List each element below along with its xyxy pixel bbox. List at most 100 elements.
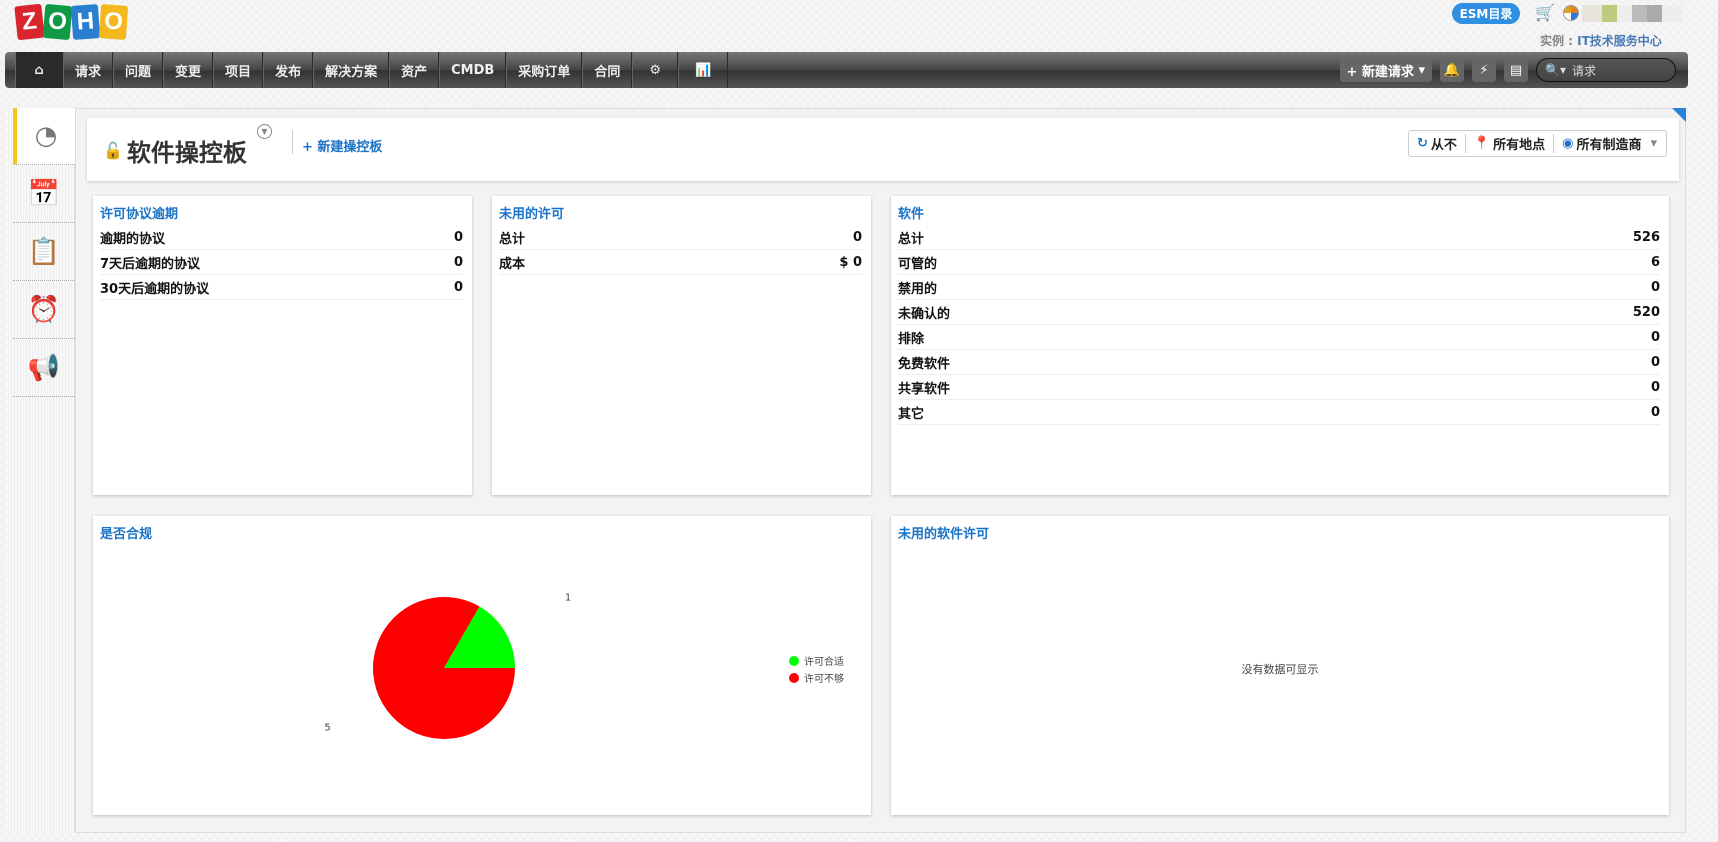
table-row[interactable]: 30天后逾期的协议 0: [100, 275, 463, 300]
table-row[interactable]: 总计 0: [499, 225, 862, 250]
manufacturer-filter[interactable]: ◉ 所有制造商 ▾: [1554, 134, 1665, 153]
row-value: 0: [453, 229, 463, 245]
table-row[interactable]: 排除 0: [898, 325, 1660, 350]
lock-icon[interactable]: 🔓: [103, 141, 123, 160]
table-row[interactable]: 7天后逾期的协议 0: [100, 250, 463, 275]
logo-letter: Z: [14, 3, 45, 41]
row-value: 0: [453, 279, 463, 295]
location-filter[interactable]: 📍 所有地点: [1466, 134, 1555, 153]
row-label: 排除: [898, 331, 925, 347]
nav-assets[interactable]: 资产: [389, 52, 440, 88]
divider: [292, 130, 293, 154]
nav-contracts[interactable]: 合同: [582, 52, 633, 88]
nav-releases[interactable]: 发布: [263, 52, 314, 88]
row-label: 7天后逾期的协议: [100, 256, 201, 272]
widget-title[interactable]: 未用的许可: [499, 203, 564, 222]
row-value: 520: [1632, 304, 1660, 320]
widget-title[interactable]: 许可协议逾期: [100, 203, 178, 222]
new-request-label: + 新建请求: [1346, 64, 1414, 80]
widget-agreements-overdue: 许可协议逾期 逾期的协议 0 7天后逾期的协议 0 30天后逾期的协议 0: [93, 196, 472, 495]
row-value: 6: [1650, 254, 1660, 270]
cart-icon[interactable]: 🛒: [1535, 3, 1555, 22]
row-value: 0: [852, 229, 862, 245]
nav-solutions[interactable]: 解决方案: [313, 52, 390, 88]
widget-unused-licenses: 未用的许可 总计 0 成本 $ 0: [492, 196, 871, 495]
nav-changes[interactable]: 变更: [163, 52, 214, 88]
sidebar-alarm-icon[interactable]: ⏰: [13, 282, 75, 339]
logo-letter: H: [70, 4, 101, 40]
chevron-down-icon[interactable]: ▼: [257, 124, 272, 139]
home-icon[interactable]: ⌂: [15, 52, 63, 88]
row-value: $ 0: [839, 254, 862, 270]
row-label: 免费软件: [898, 356, 951, 372]
table-row[interactable]: 免费软件 0: [898, 350, 1660, 375]
nav-purchase[interactable]: 采购订单: [506, 52, 583, 88]
manufacturer-label: 所有制造商: [1576, 138, 1642, 153]
table-row[interactable]: 总计 526: [898, 225, 1660, 250]
location-pin-icon: 📍: [1473, 136, 1491, 151]
row-label: 其它: [898, 406, 925, 422]
sidebar-dashboard-icon[interactable]: ◔: [13, 108, 75, 165]
row-value: 0: [1650, 279, 1660, 295]
nav-cmdb[interactable]: CMDB: [439, 52, 507, 88]
row-value: 0: [1650, 379, 1660, 395]
search-input[interactable]: 🔍▾ 请求: [1536, 58, 1676, 82]
logo-letter: O: [42, 3, 73, 41]
widget-compliance: 是否合规 1 许可合适 5 许可不够: [93, 516, 871, 815]
gear-icon[interactable]: ⚙: [632, 52, 678, 88]
location-label: 所有地点: [1493, 138, 1546, 153]
lightning-icon[interactable]: ⚡: [1472, 58, 1496, 82]
zoho-logo[interactable]: Z O H O: [14, 3, 129, 41]
table-row[interactable]: 共享软件 0: [898, 375, 1660, 400]
instance-prefix: 实例 :: [1540, 34, 1578, 48]
avatar[interactable]: [1563, 5, 1579, 21]
table-row[interactable]: 其它 0: [898, 400, 1660, 425]
refresh-filter[interactable]: ↻ 从不: [1409, 134, 1466, 153]
table-row[interactable]: 未确认的 520: [898, 300, 1660, 325]
legend-label[interactable]: 许可合适: [804, 655, 844, 668]
chevron-down-icon[interactable]: ▾: [1650, 136, 1657, 151]
search-icon[interactable]: 🔍▾: [1545, 63, 1566, 77]
logo-letter: O: [98, 4, 129, 40]
dashboard-header: 🔓 软件操控板 ▼ + 新建操控板 ↻ 从不 📍 所有地点 ◉ 所有制造商 ▾: [87, 118, 1679, 181]
reports-icon[interactable]: 📊: [677, 52, 729, 88]
instance-name[interactable]: IT技术服务中心: [1577, 34, 1662, 48]
row-label: 未确认的: [898, 306, 951, 322]
sidebar-announcement-icon[interactable]: 📢: [13, 340, 75, 397]
row-value: 0: [1650, 404, 1660, 420]
widget-title[interactable]: 未用的软件许可: [898, 523, 989, 542]
refresh-icon: ↻: [1417, 136, 1428, 151]
manufacturer-icon: ◉: [1562, 136, 1574, 151]
instance-label[interactable]: 实例 : IT技术服务中心: [1540, 32, 1662, 49]
nav-problems[interactable]: 问题: [113, 52, 164, 88]
row-label: 可管的: [898, 256, 938, 272]
user-name-redacted[interactable]: [1582, 5, 1682, 22]
new-request-button[interactable]: + 新建请求 ▾: [1339, 58, 1432, 82]
widget-unused-software: 未用的软件许可 没有数据可显示: [891, 516, 1669, 815]
bell-icon[interactable]: 🔔: [1440, 58, 1464, 82]
search-placeholder: 请求: [1571, 63, 1596, 78]
esm-catalog-button[interactable]: ESM目录: [1452, 3, 1520, 24]
new-dashboard-link[interactable]: + 新建操控板: [302, 136, 382, 155]
notes-icon[interactable]: ▤: [1504, 58, 1528, 82]
table-row[interactable]: 禁用的 0: [898, 275, 1660, 300]
row-label: 禁用的: [898, 281, 938, 297]
row-value: 0: [1650, 329, 1660, 345]
refresh-label: 从不: [1430, 138, 1457, 153]
row-label: 逾期的协议: [100, 231, 166, 247]
main-nav: ⌂ 请求 问题 变更 项目 发布 解决方案 资产 CMDB 采购订单 合同 ⚙ …: [5, 52, 1688, 88]
table-row[interactable]: 逾期的协议 0: [100, 225, 463, 250]
sidebar-checklist-icon[interactable]: 📋: [13, 224, 75, 281]
sidebar-calendar-icon[interactable]: 📅: [13, 166, 75, 223]
widget-title[interactable]: 软件: [898, 203, 924, 222]
compliance-pie-chart: 1 许可合适 5 许可不够: [324, 593, 844, 739]
nav-requests[interactable]: 请求: [63, 52, 114, 88]
legend-swatch: [789, 673, 799, 683]
legend-swatch: [789, 656, 799, 666]
table-row[interactable]: 成本 $ 0: [499, 250, 862, 275]
table-row[interactable]: 可管的 6: [898, 250, 1660, 275]
legend-label[interactable]: 许可不够: [804, 673, 844, 685]
nav-projects[interactable]: 项目: [213, 52, 264, 88]
widget-software: 软件 总计 526 可管的 6 禁用的 0 未确认的 520 排除 0 免费软件 0 共享软件 0 其它 0: [891, 196, 1669, 495]
row-label: 成本: [499, 256, 526, 272]
